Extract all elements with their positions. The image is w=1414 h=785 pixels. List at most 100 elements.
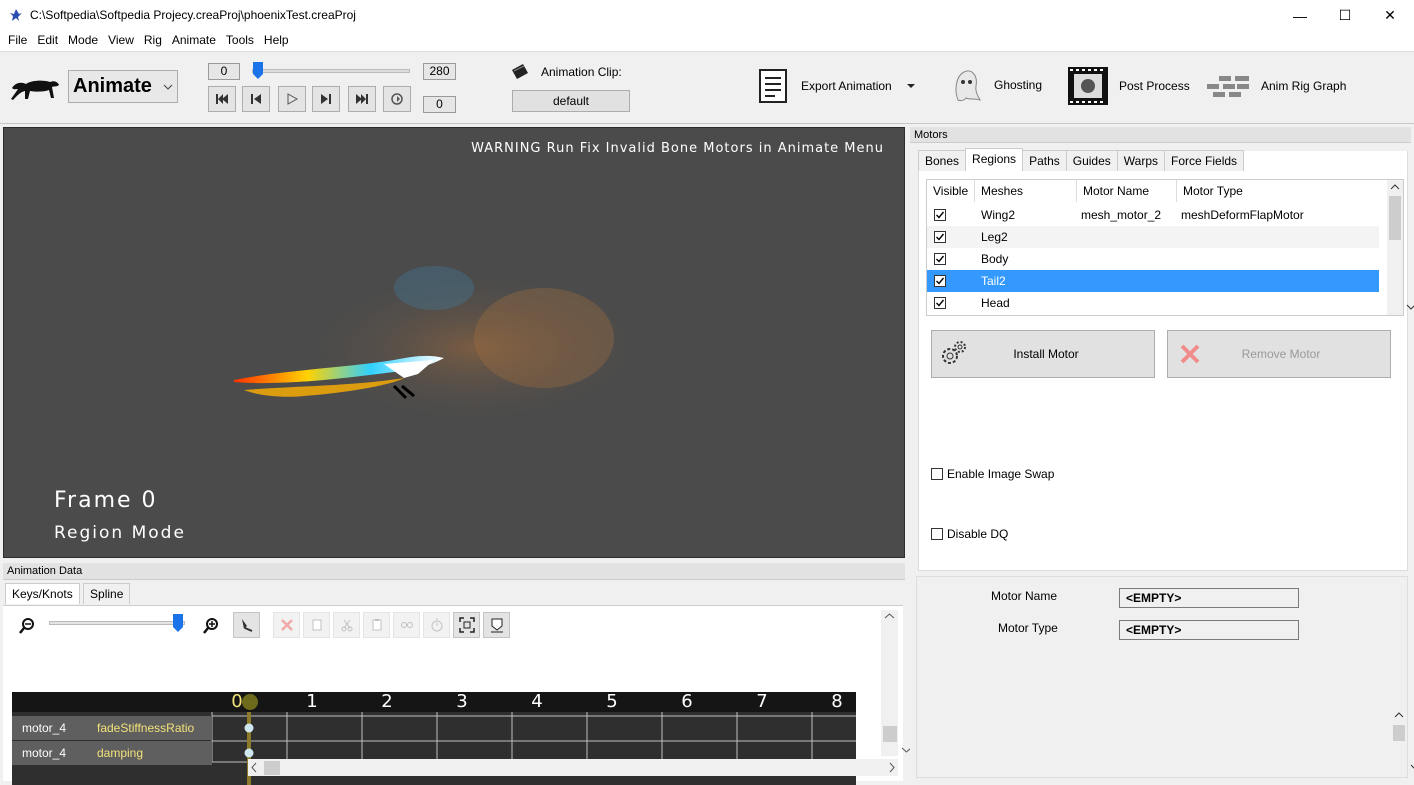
scroll-right-icon[interactable] — [886, 759, 898, 776]
properties-scrollbar[interactable] — [1391, 709, 1414, 775]
timeline-vertical-scrollbar[interactable] — [881, 610, 912, 756]
enable-image-swap-checkbox[interactable] — [931, 468, 943, 480]
menu-tools[interactable]: Tools — [221, 31, 259, 51]
app-icon — [10, 9, 22, 21]
column-header-visible[interactable]: Visible — [927, 180, 975, 202]
step-forward-icon — [321, 94, 331, 104]
scroll-left-icon[interactable] — [248, 759, 260, 776]
minimize-button[interactable]: — — [1277, 0, 1323, 31]
visible-checkbox[interactable] — [934, 297, 946, 309]
animation-data-panel: Animation Data Keys/Knots Spline 0 1 2 3… — [3, 563, 912, 785]
post-process-button[interactable]: Post Process — [1067, 66, 1190, 106]
scroll-down-icon[interactable] — [1407, 761, 1414, 773]
playhead-icon[interactable] — [242, 692, 258, 712]
zoom-slider-track[interactable] — [49, 621, 185, 625]
go-first-button[interactable] — [208, 86, 236, 112]
menu-mode[interactable]: Mode — [63, 31, 103, 51]
fit-view-button[interactable] — [453, 612, 480, 638]
cut-key-button[interactable] — [333, 612, 360, 638]
caret-down-icon[interactable] — [906, 83, 916, 89]
menu-view[interactable]: View — [103, 31, 139, 51]
visible-checkbox[interactable] — [934, 253, 946, 265]
table-row[interactable]: Body — [927, 248, 1379, 270]
zoom-slider-thumb[interactable] — [173, 614, 184, 632]
mode-select[interactable]: Animate — [68, 70, 178, 103]
export-animation-button[interactable]: Export Animation — [757, 68, 916, 104]
mesh-table-scrollbar[interactable] — [1387, 180, 1414, 315]
tab-paths[interactable]: Paths — [1022, 150, 1067, 171]
copy-key-button[interactable] — [303, 612, 330, 638]
visible-checkbox[interactable] — [934, 275, 946, 287]
loop-button[interactable] — [383, 86, 411, 112]
timeline-frame-4: 4 — [531, 691, 543, 712]
column-header-motor-name[interactable]: Motor Name — [1077, 180, 1177, 202]
motors-title: Motors — [910, 127, 1411, 143]
menu-help[interactable]: Help — [259, 31, 294, 51]
table-row[interactable]: Leg2 — [927, 226, 1379, 248]
marker-button[interactable] — [483, 612, 510, 638]
delete-key-button[interactable] — [273, 612, 300, 638]
timeline-row[interactable]: motor_4 fadeStiffnessRatio — [12, 716, 856, 740]
viewport[interactable]: WARNING Run Fix Invalid Bone Motors in A… — [3, 127, 905, 558]
scroll-thumb[interactable] — [1393, 725, 1405, 741]
row-param-name: fadeStiffnessRatio — [97, 721, 195, 735]
menu-animate[interactable]: Animate — [167, 31, 221, 51]
copy-icon — [312, 619, 321, 631]
frame-slider-track[interactable] — [252, 69, 410, 73]
disable-dq-checkbox[interactable] — [931, 528, 943, 540]
tab-spline[interactable]: Spline — [83, 583, 131, 604]
tab-warps[interactable]: Warps — [1116, 150, 1166, 171]
table-row[interactable]: Head — [927, 292, 1379, 314]
tab-keys-knots[interactable]: Keys/Knots — [5, 583, 80, 604]
step-back-button[interactable] — [242, 86, 270, 112]
scroll-up-icon[interactable] — [881, 610, 898, 622]
scroll-up-icon[interactable] — [1391, 709, 1407, 721]
brush-tool-button[interactable] — [233, 612, 260, 638]
keyframe-icon[interactable] — [244, 723, 254, 733]
anim-rig-graph-button[interactable]: Anim Rig Graph — [1205, 74, 1346, 98]
timeline-frame-7: 7 — [756, 691, 768, 712]
tab-guides[interactable]: Guides — [1065, 150, 1118, 171]
ghosting-button[interactable]: Ghosting — [948, 66, 1042, 104]
step-forward-button[interactable] — [312, 86, 340, 112]
menu-rig[interactable]: Rig — [139, 31, 167, 51]
animation-clip-button[interactable]: default — [512, 90, 630, 112]
frame-end-field[interactable]: 280 — [423, 63, 456, 80]
menu-file[interactable]: File — [3, 31, 32, 51]
scroll-up-icon[interactable] — [1387, 180, 1403, 194]
scroll-thumb[interactable] — [1389, 196, 1401, 240]
scroll-thumb[interactable] — [883, 726, 897, 742]
go-last-button[interactable] — [348, 86, 376, 112]
table-row-selected[interactable]: Tail2 — [927, 270, 1379, 292]
zoom-in-icon[interactable] — [203, 618, 219, 634]
paste-key-button[interactable] — [363, 612, 390, 638]
timer-button[interactable] — [423, 612, 450, 638]
link-key-button[interactable] — [393, 612, 420, 638]
menu-edit[interactable]: Edit — [32, 31, 63, 51]
play-button[interactable] — [278, 86, 306, 112]
frame-current-field[interactable]: 0 — [423, 96, 456, 113]
maximize-button[interactable]: ☐ — [1322, 0, 1368, 31]
motor-name-label: Motor Name — [991, 589, 1058, 603]
scroll-thumb[interactable] — [264, 761, 280, 775]
tab-force-fields[interactable]: Force Fields — [1164, 150, 1245, 171]
close-button[interactable]: ✕ — [1367, 0, 1413, 31]
disable-dq-option[interactable]: Disable DQ — [931, 527, 1008, 541]
export-animation-label: Export Animation — [801, 79, 892, 93]
visible-checkbox[interactable] — [934, 231, 946, 243]
remove-motor-button[interactable]: Remove Motor — [1167, 330, 1391, 378]
timeline-horizontal-scrollbar[interactable] — [248, 759, 898, 776]
scroll-down-icon[interactable] — [1403, 300, 1414, 314]
column-header-motor-type[interactable]: Motor Type — [1177, 180, 1379, 202]
frame-start-field[interactable]: 0 — [208, 63, 240, 80]
install-motor-button[interactable]: Install Motor — [931, 330, 1155, 378]
enable-image-swap-option[interactable]: Enable Image Swap — [931, 467, 1054, 481]
tab-bones[interactable]: Bones — [918, 150, 967, 171]
zoom-out-icon[interactable] — [19, 618, 35, 634]
table-row[interactable]: Wing2 mesh_motor_2 meshDeformFlapMotor — [927, 204, 1379, 226]
column-header-meshes[interactable]: Meshes — [975, 180, 1077, 202]
visible-checkbox[interactable] — [934, 209, 946, 221]
tab-regions[interactable]: Regions — [965, 148, 1024, 171]
frame-slider-thumb[interactable] — [253, 62, 263, 79]
keyframe-icon[interactable] — [244, 748, 254, 758]
